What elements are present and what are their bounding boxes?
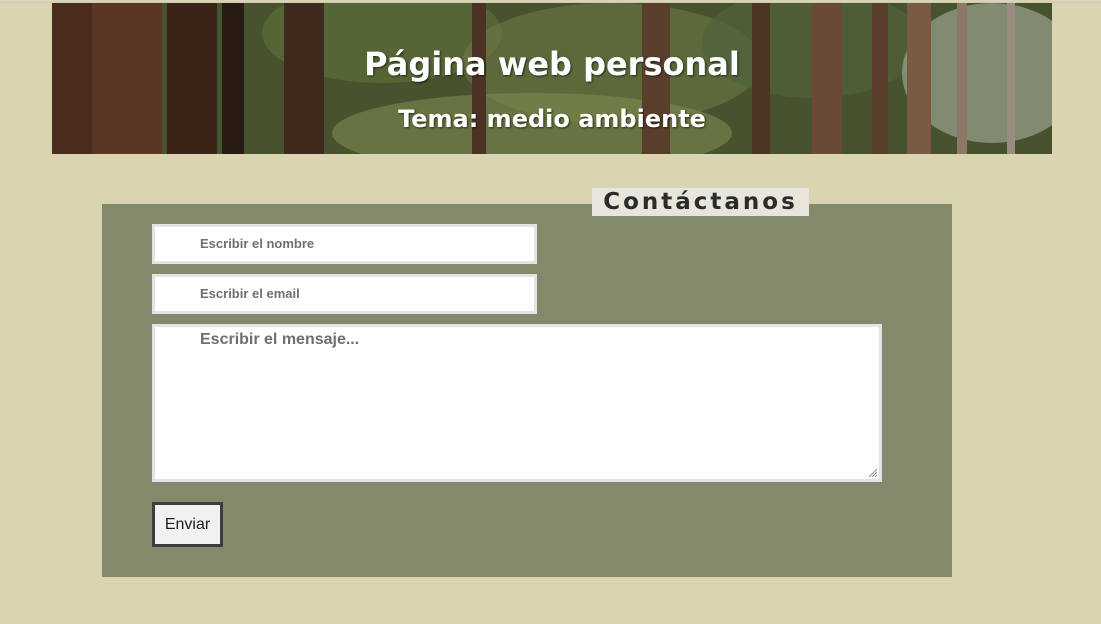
message-textarea[interactable]: Escribir el mensaje... xyxy=(152,324,882,482)
submit-button[interactable]: Enviar xyxy=(152,502,223,547)
resize-handle-icon[interactable] xyxy=(867,467,877,477)
page-title: Página web personal xyxy=(364,45,740,83)
page-subtitle: Tema: medio ambiente xyxy=(398,105,706,133)
message-placeholder: Escribir el mensaje... xyxy=(200,331,360,348)
contact-legend: Contáctanos xyxy=(592,188,809,216)
header-banner: Página web personal Tema: medio ambiente xyxy=(52,3,1052,154)
name-placeholder: Escribir el nombre xyxy=(200,236,315,251)
email-placeholder: Escribir el email xyxy=(200,286,300,301)
email-input[interactable]: Escribir el email xyxy=(152,274,537,314)
name-input[interactable]: Escribir el nombre xyxy=(152,224,537,264)
